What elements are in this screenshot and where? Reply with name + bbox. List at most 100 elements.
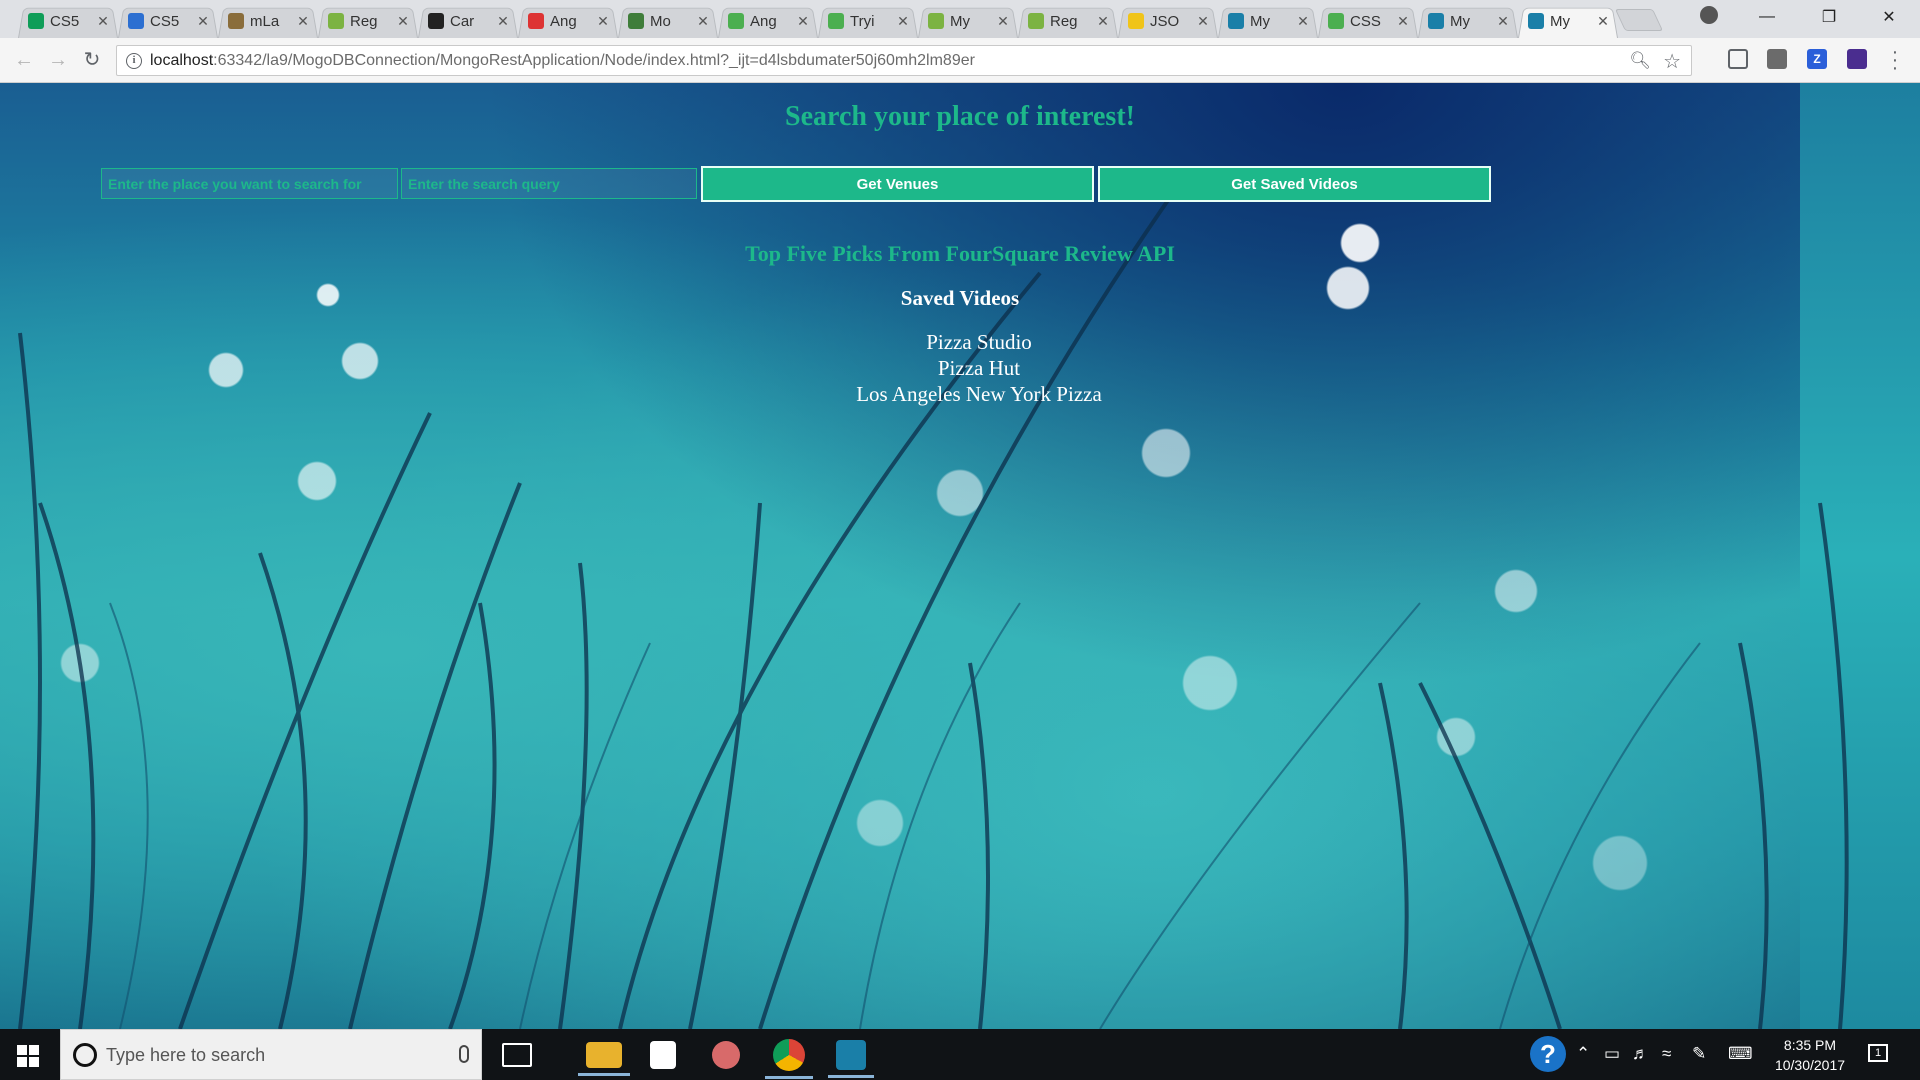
extension-purple-icon[interactable] [1847, 49, 1867, 69]
tab-close-icon[interactable]: ✕ [1096, 13, 1110, 30]
taskbar-search-placeholder: Type here to search [106, 1045, 266, 1065]
tab-close-icon[interactable]: ✕ [1396, 13, 1410, 30]
search-query-input[interactable] [401, 168, 697, 199]
box-icon [128, 13, 144, 29]
tab-strip: CS5 ✕ CS5 ✕ mLa ✕ Reg ✕ Car ✕ Ang ✕ Mo ✕ Ang ✕ Tryi ✕ My ✕ R… [0, 0, 1920, 38]
cast-icon[interactable] [1728, 49, 1748, 69]
tab-close-icon[interactable]: ✕ [196, 13, 210, 30]
windows-taskbar: Type here to search ? ⌃ ▭ ♬ ≈ ✎ ⌨ 8:35 P… [0, 1029, 1920, 1080]
minimize-icon[interactable]: — [1744, 0, 1790, 34]
w3-icon [728, 13, 744, 29]
battery-icon[interactable]: ▭ [1604, 1044, 1620, 1064]
tab-close-icon[interactable]: ✕ [96, 13, 110, 30]
webstorm-icon[interactable] [828, 1040, 874, 1078]
microphone-icon[interactable] [459, 1045, 469, 1063]
webstorm-icon [1228, 13, 1244, 29]
browser-tab[interactable]: Tryi ✕ [818, 4, 918, 38]
tab-label: My [950, 12, 970, 30]
tab-close-icon[interactable]: ✕ [596, 13, 610, 30]
keyboard-icon[interactable]: ⌨ [1728, 1044, 1753, 1064]
browser-tab[interactable]: Reg ✕ [1018, 4, 1118, 38]
tab-close-icon[interactable]: ✕ [1196, 13, 1210, 30]
profile-icon[interactable] [1700, 6, 1718, 24]
browser-toolbar: ← → ↻ i localhost:63342/la9/MogoDBConnec… [0, 38, 1920, 83]
back-arrow-icon[interactable]: ← [10, 46, 38, 74]
tab-close-icon[interactable]: ✕ [1296, 13, 1310, 30]
extension-shield-icon[interactable] [1767, 49, 1787, 69]
system-clock[interactable]: 8:35 PM 10/30/2017 [1770, 1035, 1850, 1075]
place-input[interactable] [101, 168, 398, 199]
tab-close-icon[interactable]: ✕ [896, 13, 910, 30]
pen-icon[interactable]: ✎ [1692, 1044, 1706, 1064]
zotero-icon[interactable]: Z [1807, 49, 1827, 69]
paint-icon[interactable] [712, 1041, 740, 1069]
android-icon [928, 13, 944, 29]
wifi-icon[interactable]: ≈ [1662, 1044, 1671, 1064]
w3-icon [828, 13, 844, 29]
browser-tab[interactable]: Reg ✕ [318, 4, 418, 38]
menu-dots-icon[interactable]: · · · [1890, 42, 1900, 78]
chrome-icon[interactable] [765, 1039, 813, 1079]
url-path: :63342/la9/MogoDBConnection/MongoRestApp… [213, 52, 975, 69]
browser-tab[interactable]: My ✕ [1418, 4, 1518, 38]
forward-arrow-icon[interactable]: → [44, 46, 72, 74]
tab-label: Tryi [850, 12, 875, 30]
browser-tab[interactable]: Car ✕ [418, 4, 518, 38]
webstorm-icon [1528, 13, 1544, 29]
reload-icon[interactable]: ↻ [78, 46, 106, 74]
browser-tab[interactable]: Ang ✕ [718, 4, 818, 38]
browser-tab[interactable]: Ang ✕ [518, 4, 618, 38]
url-host: localhost [150, 52, 214, 69]
site-info-icon[interactable]: i [126, 53, 142, 69]
cortana-icon[interactable] [73, 1043, 97, 1067]
new-tab-button[interactable] [1614, 9, 1664, 31]
browser-tab[interactable]: My ✕ [1518, 4, 1618, 38]
taskbar-search-box[interactable]: Type here to search [60, 1029, 482, 1080]
close-window-icon[interactable]: ✕ [1866, 0, 1912, 34]
tab-label: Reg [1050, 12, 1078, 30]
tab-close-icon[interactable]: ✕ [296, 13, 310, 30]
file-explorer-icon[interactable] [578, 1042, 630, 1076]
browser-tab[interactable]: CSS ✕ [1318, 4, 1418, 38]
task-view-icon[interactable] [502, 1043, 532, 1067]
tab-close-icon[interactable]: ✕ [696, 13, 710, 30]
browser-tab[interactable]: My ✕ [1218, 4, 1318, 38]
tab-label: Ang [550, 12, 577, 30]
windows-start-icon[interactable] [17, 1045, 39, 1067]
tab-label: mLa [250, 12, 280, 30]
tab-label: Reg [350, 12, 378, 30]
page-content: Search your place of interest! Get Venue… [0, 83, 1920, 1029]
list-item: Pizza Hut [937, 356, 1021, 380]
address-bar[interactable]: i localhost:63342/la9/MogoDBConnection/M… [116, 45, 1692, 76]
store-icon[interactable] [650, 1041, 676, 1069]
browser-tab[interactable]: mLa ✕ [218, 4, 318, 38]
tab-close-icon[interactable]: ✕ [496, 13, 510, 30]
url-text[interactable]: localhost:63342/la9/MogoDBConnection/Mon… [150, 52, 975, 70]
tab-list: CS5 ✕ CS5 ✕ mLa ✕ Reg ✕ Car ✕ Ang ✕ Mo ✕ Ang ✕ Tryi ✕ My ✕ R… [18, 4, 1618, 38]
tray-chevron-icon[interactable]: ⌃ [1576, 1044, 1590, 1064]
tab-label: Ang [750, 12, 777, 30]
tab-close-icon[interactable]: ✕ [1496, 13, 1510, 30]
tab-close-icon[interactable]: ✕ [996, 13, 1010, 30]
browser-tab[interactable]: Mo ✕ [618, 4, 718, 38]
bookmark-star-icon[interactable]: ☆ [1663, 49, 1681, 74]
get-venues-button[interactable]: Get Venues [701, 166, 1094, 202]
saved-videos-list: Pizza Studio Pizza Hut Los Angeles New Y… [0, 329, 1920, 407]
restore-icon[interactable]: ❐ [1806, 0, 1852, 34]
tab-label: CS5 [50, 12, 80, 30]
browser-tab[interactable]: My ✕ [918, 4, 1018, 38]
tab-label: My [1450, 12, 1470, 30]
browser-tab[interactable]: JSO ✕ [1118, 4, 1218, 38]
tab-close-icon[interactable]: ✕ [396, 13, 410, 30]
sheets-icon [28, 13, 44, 29]
clock-time: 8:35 PM [1783, 1037, 1837, 1053]
browser-tab[interactable]: CS5 ✕ [18, 4, 118, 38]
action-center-icon[interactable]: 1 [1868, 1044, 1888, 1062]
browser-tab[interactable]: CS5 ✕ [118, 4, 218, 38]
tab-close-icon[interactable]: ✕ [796, 13, 810, 30]
get-saved-videos-button[interactable]: Get Saved Videos [1098, 166, 1491, 202]
volume-icon[interactable]: ♬ [1632, 1044, 1649, 1064]
help-icon[interactable]: ? [1530, 1036, 1566, 1072]
zoom-icon[interactable]: 🔍︎ [1629, 51, 1651, 71]
tab-close-icon[interactable]: ✕ [1596, 13, 1610, 30]
